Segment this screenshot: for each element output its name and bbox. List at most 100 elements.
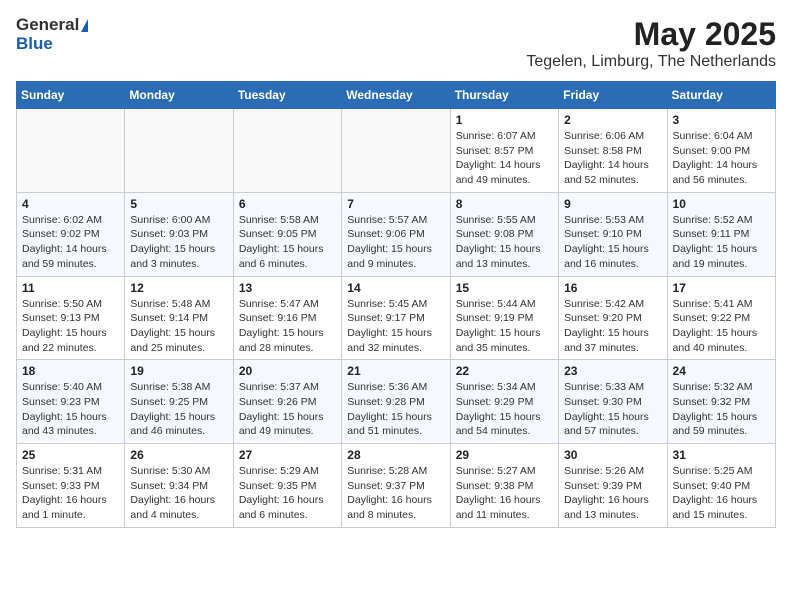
calendar-cell: 26 Sunrise: 5:30 AMSunset: 9:34 PMDayligh… <box>125 444 233 528</box>
day-number: 15 <box>456 281 553 295</box>
calendar-header-row: Sunday Monday Tuesday Wednesday Thursday… <box>17 82 776 109</box>
calendar-cell <box>233 109 341 193</box>
day-number: 31 <box>673 448 770 462</box>
calendar-cell: 21 Sunrise: 5:36 AMSunset: 9:28 PMDayligh… <box>342 360 450 444</box>
day-info: Sunrise: 5:42 AMSunset: 9:20 PMDaylight:… <box>564 297 661 356</box>
day-number: 10 <box>673 197 770 211</box>
day-number: 11 <box>22 281 119 295</box>
day-info: Sunrise: 5:37 AMSunset: 9:26 PMDaylight:… <box>239 380 336 439</box>
calendar-cell: 5 Sunrise: 6:00 AMSunset: 9:03 PMDaylight… <box>125 192 233 276</box>
calendar-cell: 29 Sunrise: 5:27 AMSunset: 9:38 PMDayligh… <box>450 444 558 528</box>
day-number: 30 <box>564 448 661 462</box>
day-info: Sunrise: 6:04 AMSunset: 9:00 PMDaylight:… <box>673 129 770 188</box>
day-number: 5 <box>130 197 227 211</box>
calendar-cell: 7Sunrise: 5:57 AMSunset: 9:06 PMDaylight… <box>342 192 450 276</box>
calendar-cell: 9 Sunrise: 5:53 AMSunset: 9:10 PMDaylight… <box>559 192 667 276</box>
day-info: Sunrise: 6:07 AMSunset: 8:57 PMDaylight:… <box>456 129 553 188</box>
calendar-cell: 22Sunrise: 5:34 AMSunset: 9:29 PMDayligh… <box>450 360 558 444</box>
day-info: Sunrise: 6:02 AMSunset: 9:02 PMDaylight:… <box>22 213 119 272</box>
calendar-cell: 19 Sunrise: 5:38 AMSunset: 9:25 PMDayligh… <box>125 360 233 444</box>
title-block: May 2025 Tegelen, Limburg, The Netherlan… <box>526 16 776 71</box>
day-number: 3 <box>673 113 770 127</box>
day-info: Sunrise: 5:41 AMSunset: 9:22 PMDaylight:… <box>673 297 770 356</box>
calendar-cell: 27Sunrise: 5:29 AMSunset: 9:35 PMDayligh… <box>233 444 341 528</box>
col-friday: Friday <box>559 82 667 109</box>
day-info: Sunrise: 5:55 AMSunset: 9:08 PMDaylight:… <box>456 213 553 272</box>
day-info: Sunrise: 5:47 AMSunset: 9:16 PMDaylight:… <box>239 297 336 356</box>
day-info: Sunrise: 5:48 AMSunset: 9:14 PMDaylight:… <box>130 297 227 356</box>
day-info: Sunrise: 5:34 AMSunset: 9:29 PMDaylight:… <box>456 380 553 439</box>
day-info: Sunrise: 6:00 AMSunset: 9:03 PMDaylight:… <box>130 213 227 272</box>
day-number: 6 <box>239 197 336 211</box>
calendar-cell: 13 Sunrise: 5:47 AMSunset: 9:16 PMDayligh… <box>233 276 341 360</box>
day-number: 28 <box>347 448 444 462</box>
day-info: Sunrise: 5:30 AMSunset: 9:34 PMDaylight:… <box>130 464 227 523</box>
calendar-week-5: 25 Sunrise: 5:31 AMSunset: 9:33 PMDayligh… <box>17 444 776 528</box>
page-header: General Blue May 2025 Tegelen, Limburg, … <box>16 16 776 71</box>
logo-general-text: General <box>16 15 79 34</box>
calendar-cell: 1 Sunrise: 6:07 AMSunset: 8:57 PMDaylight… <box>450 109 558 193</box>
calendar-week-4: 18 Sunrise: 5:40 AMSunset: 9:23 PMDayligh… <box>17 360 776 444</box>
calendar-cell: 15 Sunrise: 5:44 AMSunset: 9:19 PMDayligh… <box>450 276 558 360</box>
day-info: Sunrise: 5:58 AMSunset: 9:05 PMDaylight:… <box>239 213 336 272</box>
day-number: 19 <box>130 364 227 378</box>
day-info: Sunrise: 6:06 AMSunset: 8:58 PMDaylight:… <box>564 129 661 188</box>
day-info: Sunrise: 5:25 AMSunset: 9:40 PMDaylight:… <box>673 464 770 523</box>
day-number: 16 <box>564 281 661 295</box>
logo-triangle-icon <box>81 19 88 32</box>
day-number: 13 <box>239 281 336 295</box>
calendar-cell: 28 Sunrise: 5:28 AMSunset: 9:37 PMDayligh… <box>342 444 450 528</box>
day-info: Sunrise: 5:44 AMSunset: 9:19 PMDaylight:… <box>456 297 553 356</box>
calendar-cell <box>125 109 233 193</box>
calendar-cell: 16 Sunrise: 5:42 AMSunset: 9:20 PMDayligh… <box>559 276 667 360</box>
calendar-cell <box>17 109 125 193</box>
logo: General Blue <box>16 16 88 54</box>
day-number: 29 <box>456 448 553 462</box>
day-info: Sunrise: 5:50 AMSunset: 9:13 PMDaylight:… <box>22 297 119 356</box>
col-wednesday: Wednesday <box>342 82 450 109</box>
day-number: 9 <box>564 197 661 211</box>
day-info: Sunrise: 5:29 AMSunset: 9:35 PMDaylight:… <box>239 464 336 523</box>
day-info: Sunrise: 5:40 AMSunset: 9:23 PMDaylight:… <box>22 380 119 439</box>
day-number: 24 <box>673 364 770 378</box>
calendar-cell: 4 Sunrise: 6:02 AMSunset: 9:02 PMDaylight… <box>17 192 125 276</box>
day-number: 4 <box>22 197 119 211</box>
day-number: 8 <box>456 197 553 211</box>
day-info: Sunrise: 5:38 AMSunset: 9:25 PMDaylight:… <box>130 380 227 439</box>
day-info: Sunrise: 5:32 AMSunset: 9:32 PMDaylight:… <box>673 380 770 439</box>
calendar-cell: 17 Sunrise: 5:41 AMSunset: 9:22 PMDayligh… <box>667 276 775 360</box>
calendar-cell: 10 Sunrise: 5:52 AMSunset: 9:11 PMDayligh… <box>667 192 775 276</box>
day-info: Sunrise: 5:27 AMSunset: 9:38 PMDaylight:… <box>456 464 553 523</box>
day-number: 12 <box>130 281 227 295</box>
day-info: Sunrise: 5:28 AMSunset: 9:37 PMDaylight:… <box>347 464 444 523</box>
day-info: Sunrise: 5:26 AMSunset: 9:39 PMDaylight:… <box>564 464 661 523</box>
col-saturday: Saturday <box>667 82 775 109</box>
calendar-cell: 24 Sunrise: 5:32 AMSunset: 9:32 PMDayligh… <box>667 360 775 444</box>
calendar-cell: 2Sunrise: 6:06 AMSunset: 8:58 PMDaylight… <box>559 109 667 193</box>
calendar-cell: 20 Sunrise: 5:37 AMSunset: 9:26 PMDayligh… <box>233 360 341 444</box>
day-number: 21 <box>347 364 444 378</box>
page-title: May 2025 <box>526 16 776 53</box>
day-info: Sunrise: 5:33 AMSunset: 9:30 PMDaylight:… <box>564 380 661 439</box>
day-number: 17 <box>673 281 770 295</box>
day-number: 14 <box>347 281 444 295</box>
page-subtitle: Tegelen, Limburg, The Netherlands <box>526 53 776 71</box>
calendar-cell: 8 Sunrise: 5:55 AMSunset: 9:08 PMDaylight… <box>450 192 558 276</box>
col-monday: Monday <box>125 82 233 109</box>
calendar-cell: 3 Sunrise: 6:04 AMSunset: 9:00 PMDaylight… <box>667 109 775 193</box>
day-info: Sunrise: 5:31 AMSunset: 9:33 PMDaylight:… <box>22 464 119 523</box>
day-number: 26 <box>130 448 227 462</box>
calendar-cell: 18 Sunrise: 5:40 AMSunset: 9:23 PMDayligh… <box>17 360 125 444</box>
day-number: 20 <box>239 364 336 378</box>
calendar-cell: 11 Sunrise: 5:50 AMSunset: 9:13 PMDayligh… <box>17 276 125 360</box>
day-info: Sunrise: 5:52 AMSunset: 9:11 PMDaylight:… <box>673 213 770 272</box>
col-sunday: Sunday <box>17 82 125 109</box>
day-number: 18 <box>22 364 119 378</box>
logo-blue-text: Blue <box>16 34 53 53</box>
day-info: Sunrise: 5:53 AMSunset: 9:10 PMDaylight:… <box>564 213 661 272</box>
day-number: 25 <box>22 448 119 462</box>
day-info: Sunrise: 5:36 AMSunset: 9:28 PMDaylight:… <box>347 380 444 439</box>
day-info: Sunrise: 5:57 AMSunset: 9:06 PMDaylight:… <box>347 213 444 272</box>
calendar-cell: 6 Sunrise: 5:58 AMSunset: 9:05 PMDaylight… <box>233 192 341 276</box>
day-number: 1 <box>456 113 553 127</box>
